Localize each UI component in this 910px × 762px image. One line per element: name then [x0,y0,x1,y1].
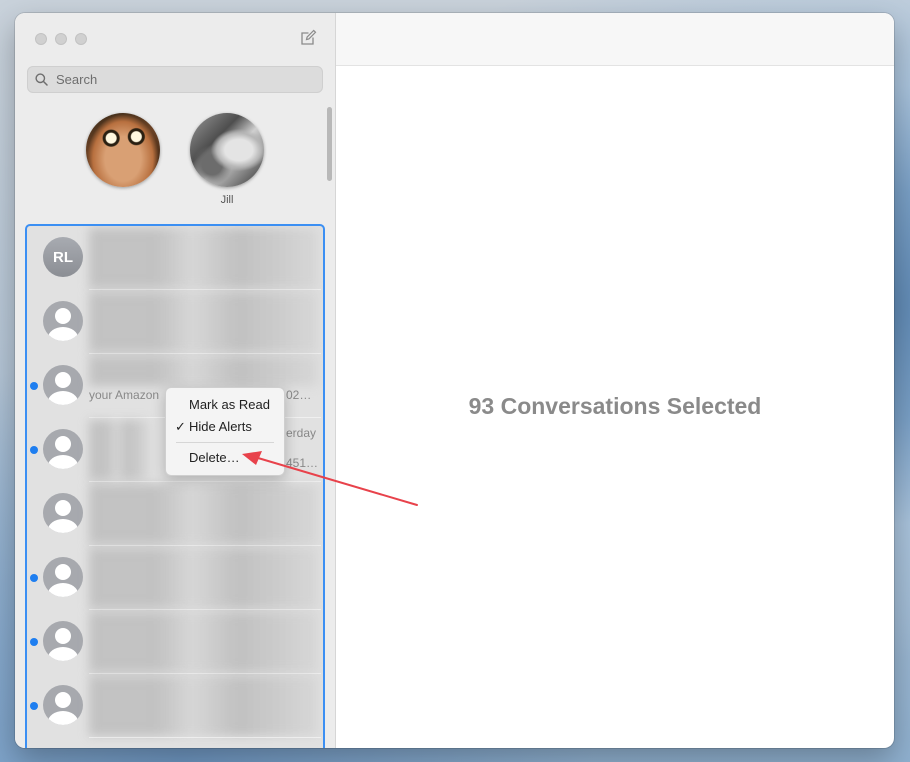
search-icon [35,73,48,86]
pinned-avatar [86,113,160,187]
conversation-row[interactable]: RL [27,226,323,290]
conversation-row[interactable] [27,290,323,354]
pinned-conversation[interactable] [83,113,163,207]
conversation-row[interactable] [27,610,323,674]
zoom-window-button[interactable] [75,33,87,45]
person-placeholder-icon [43,621,83,661]
unread-indicator [30,702,38,710]
blurred-preview [89,356,319,386]
menu-item-delete[interactable]: Delete… [166,447,284,469]
unread-indicator [30,638,38,646]
conversation-list: RL your Amazon 02… erday 451… [25,224,325,748]
pinned-name: Jill [220,194,234,206]
conversation-row[interactable] [27,546,323,610]
menu-divider [176,442,274,443]
sidebar: Jill RL your Amazon 02… [15,13,336,748]
conversation-row[interactable] [27,674,323,738]
message-time: erday [286,426,317,440]
detail-toolbar [336,13,894,66]
search-field[interactable] [27,66,323,93]
menu-item-hide-alerts[interactable]: ✓ Hide Alerts [166,416,284,438]
person-placeholder-icon [43,365,83,405]
conversation-row[interactable] [27,482,323,546]
person-placeholder-icon [43,429,83,469]
blurred-preview [89,676,319,736]
message-snippet: 451… [286,456,319,470]
compose-button[interactable] [299,29,317,47]
compose-icon [301,29,317,45]
person-placeholder-icon [43,685,83,725]
selection-summary: 93 Conversations Selected [468,393,762,419]
messages-window: Jill RL your Amazon 02… [15,13,894,748]
menu-item-label: Mark as Read [189,397,270,412]
avatar-initials: RL [43,237,83,277]
unread-indicator [30,446,38,454]
window-controls [35,33,87,45]
checkmark-icon: ✓ [175,419,186,434]
unread-indicator [30,574,38,582]
person-placeholder-icon [43,557,83,597]
person-placeholder-icon [43,493,83,533]
message-time: 02… [286,388,312,402]
message-snippet: your Amazon [89,388,160,402]
menu-item-label: Delete… [189,450,240,465]
blurred-preview [89,228,319,288]
row-separator [89,737,321,738]
person-placeholder-icon [43,301,83,341]
menu-item-label: Hide Alerts [189,419,252,434]
sidebar-scrollbar[interactable] [327,107,332,181]
blurred-preview [89,292,319,352]
menu-item-mark-as-read[interactable]: Mark as Read [166,394,284,416]
blurred-preview [89,420,149,480]
pinned-name [83,194,163,207]
blurred-preview [89,612,319,672]
context-menu: Mark as Read ✓ Hide Alerts Delete… [165,387,285,476]
close-window-button[interactable] [35,33,47,45]
pinned-conversation-jill[interactable]: Jill [187,113,267,207]
search-input[interactable] [54,71,298,88]
pinned-avatar [190,113,264,187]
unread-indicator [30,382,38,390]
blurred-preview [89,484,319,544]
minimize-window-button[interactable] [55,33,67,45]
blurred-preview [89,548,319,608]
